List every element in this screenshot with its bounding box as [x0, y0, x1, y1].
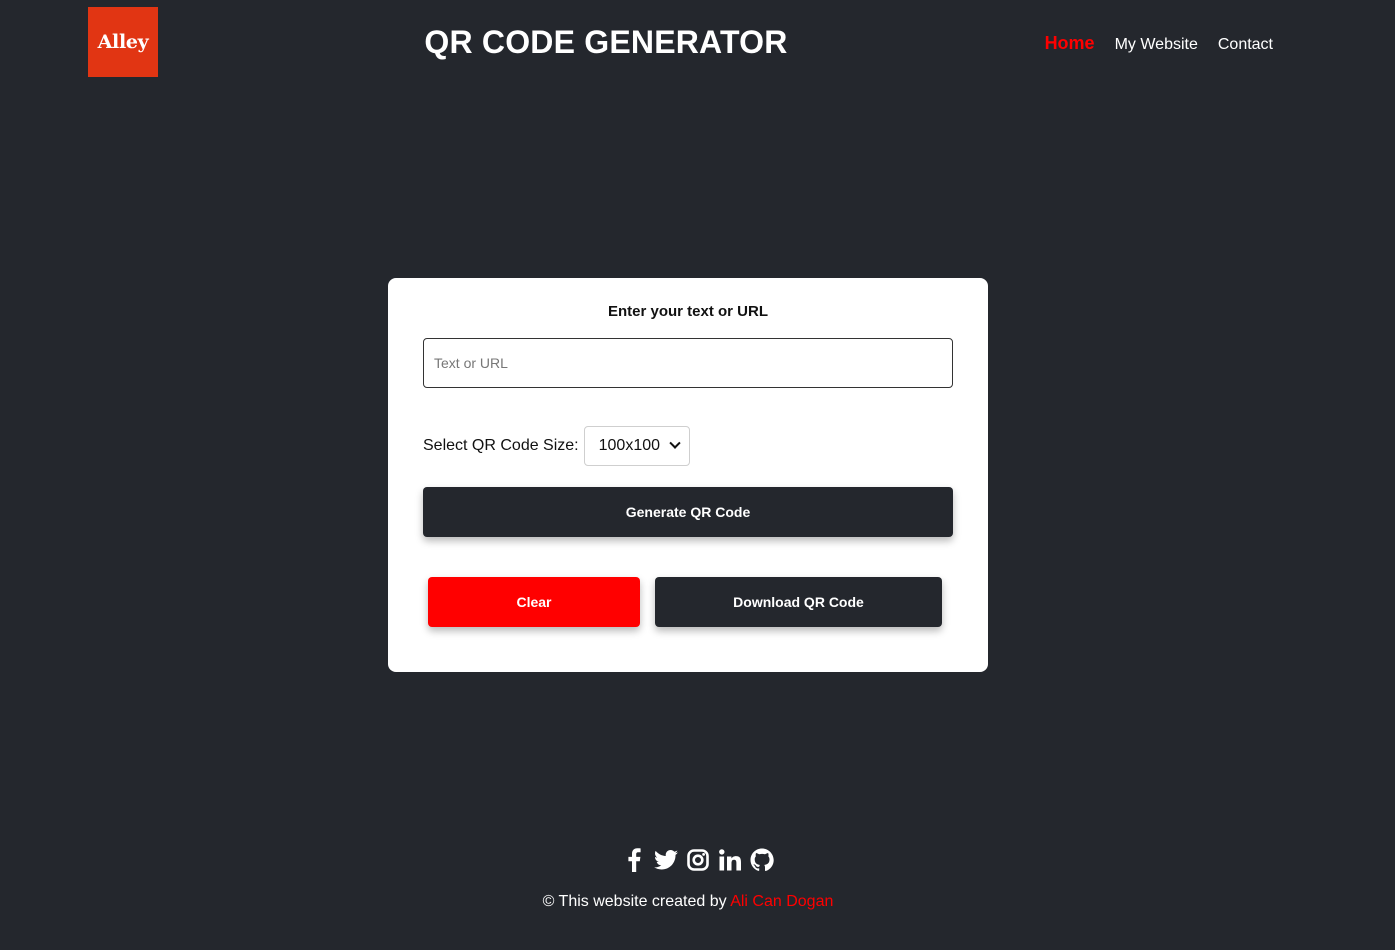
text-url-input[interactable]: [423, 338, 953, 388]
nav-my-website-link[interactable]: My Website: [1115, 36, 1198, 54]
page-title: QR CODE GENERATOR: [424, 24, 788, 60]
social-icons: [0, 847, 1395, 873]
header: Alley QR CODE GENERATOR Home My Website …: [0, 0, 1395, 90]
size-label: Select QR Code Size:: [423, 437, 579, 454]
chevron-down-icon: [668, 437, 681, 449]
qr-form-card: Enter your text or URL Select QR Code Si…: [388, 278, 988, 672]
twitter-icon[interactable]: [653, 847, 678, 873]
nav-home-link[interactable]: Home: [1045, 33, 1095, 54]
footer-credit: © This website created by Ali Can Dogan: [0, 893, 1376, 911]
github-icon[interactable]: [750, 847, 774, 873]
linkedin-icon[interactable]: [718, 847, 742, 873]
nav-contact-link[interactable]: Contact: [1218, 36, 1273, 54]
download-qr-button[interactable]: Download QR Code: [655, 577, 942, 627]
main-nav: Home My Website Contact: [1045, 33, 1273, 54]
generate-qr-button[interactable]: Generate QR Code: [423, 487, 953, 537]
credit-prefix: © This website created by: [542, 893, 727, 910]
size-selected-value: 100x100: [598, 437, 661, 454]
clear-button[interactable]: Clear: [428, 577, 640, 627]
instagram-icon[interactable]: [686, 847, 710, 873]
size-row: Select QR Code Size: 100x100: [423, 426, 690, 466]
form-label: Enter your text or URL: [607, 303, 769, 320]
facebook-icon[interactable]: [622, 847, 646, 873]
author-link[interactable]: Ali Can Dogan: [730, 893, 833, 910]
size-select[interactable]: 100x100: [583, 426, 690, 466]
